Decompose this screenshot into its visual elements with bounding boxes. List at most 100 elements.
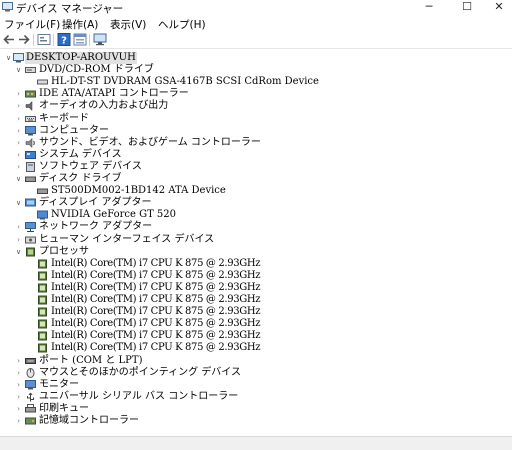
collapse-arrow-icon[interactable]: ∨ — [14, 197, 23, 209]
category-label: 印刷キュー — [39, 402, 89, 414]
menu-help[interactable]: ヘルプ(H) — [158, 17, 206, 32]
tree-device[interactable]: Intel(R) Core(TM) i7 CPU K 875 @ 2.93GHz — [0, 258, 512, 270]
category-label: ネットワーク アダプター — [39, 221, 153, 233]
tree-device[interactable]: Intel(R) Core(TM) i7 CPU K 875 @ 2.93GHz — [0, 330, 512, 342]
tree-category[interactable]: › ユニバーサル シリアル バス コントローラー — [0, 391, 512, 403]
category-label: ディスク ドライブ — [39, 173, 122, 184]
toolbar: ? — [0, 31, 512, 49]
category-label: サウンド、ビデオ、およびゲーム コントローラー — [39, 136, 261, 148]
tree-root[interactable]: ∨ DESKTOP-AROUVUH — [0, 52, 512, 64]
category-label: ヒューマン インターフェイス デバイス — [39, 233, 215, 245]
menu-action[interactable]: 操作(A) — [62, 17, 98, 32]
expand-arrow-icon[interactable]: › — [14, 113, 23, 125]
device-label: Intel(R) Core(TM) i7 CPU K 875 @ 2.93GHz — [51, 306, 261, 318]
tree-category[interactable]: › モニター — [0, 379, 512, 391]
device-manager-icon — [2, 2, 13, 12]
tree-category[interactable]: › ネットワーク アダプター — [0, 221, 512, 233]
category-label: マウスとそのほかのポインティング デバイス — [39, 366, 241, 378]
tree-category[interactable]: › ヒューマン インターフェイス デバイス — [0, 234, 512, 246]
category-label: システム デバイス — [39, 148, 122, 160]
port-icon — [25, 357, 36, 364]
expand-arrow-icon[interactable]: › — [14, 88, 23, 100]
tree-category[interactable]: › 印刷キュー — [0, 403, 512, 415]
tree-device[interactable]: Intel(R) Core(TM) i7 CPU K 875 @ 2.93GHz — [0, 270, 512, 282]
collapse-arrow-icon[interactable]: ∨ — [14, 173, 23, 185]
tree-category[interactable]: › サウンド、ビデオ、およびゲーム コントローラー — [0, 137, 512, 149]
tree-device[interactable]: Intel(R) Core(TM) i7 CPU K 875 @ 2.93GHz — [0, 306, 512, 318]
cpu-item-icon — [38, 319, 47, 329]
expand-arrow-icon[interactable]: › — [14, 149, 23, 161]
speaker-icon — [25, 101, 33, 112]
menu-bar: ファイル(F) 操作(A) 表示(V) ヘルプ(H) — [0, 16, 512, 31]
tree-category[interactable]: › オーディオの入力および出力 — [0, 100, 512, 112]
network-adapter-icon — [25, 222, 36, 233]
device-label: Intel(R) Core(TM) i7 CPU K 875 @ 2.93GHz — [51, 281, 261, 293]
tree-category[interactable]: › コンピューター — [0, 125, 512, 137]
toolbar-separator — [33, 34, 34, 46]
tree-category[interactable]: › システム デバイス — [0, 149, 512, 161]
tree-category[interactable]: › ポート (COM と LPT) — [0, 355, 512, 367]
device-label: HL-DT-ST DVDRAM GSA-4167B SCSI CdRom Dev… — [51, 76, 319, 88]
computer-icon — [25, 125, 36, 136]
maximize-button[interactable]: ☐ — [452, 0, 482, 15]
expand-arrow-icon[interactable]: › — [14, 137, 23, 149]
category-label: オーディオの入力および出力 — [39, 100, 169, 112]
tree-category[interactable]: ∨ ディスク ドライブ — [0, 173, 512, 185]
tree-device[interactable]: NVIDIA GeForce GT 520 — [0, 209, 512, 221]
expand-arrow-icon[interactable]: › — [14, 415, 23, 427]
storage-controller-icon — [25, 417, 36, 425]
tree-category[interactable]: › ソフトウェア デバイス — [0, 161, 512, 173]
collapse-arrow-icon[interactable]: ∨ — [14, 64, 23, 76]
toolbar-separator — [53, 34, 54, 46]
expand-arrow-icon[interactable]: › — [14, 100, 23, 112]
back-icon[interactable] — [2, 33, 16, 46]
expand-arrow-icon[interactable]: › — [14, 125, 23, 137]
expand-arrow-icon[interactable]: › — [14, 221, 23, 233]
category-label: キーボード — [39, 112, 89, 124]
keyboard-icon — [25, 115, 36, 122]
expand-arrow-icon[interactable]: › — [14, 234, 23, 246]
tree-device[interactable]: Intel(R) Core(TM) i7 CPU K 875 @ 2.93GHz — [0, 318, 512, 330]
tree-device[interactable]: ST500DM002-1BD142 ATA Device — [0, 185, 512, 197]
device-label: Intel(R) Core(TM) i7 CPU K 875 @ 2.93GHz — [51, 257, 261, 269]
help-icon[interactable]: ? — [57, 33, 71, 46]
cpu-item-icon — [38, 307, 47, 317]
expand-arrow-icon[interactable]: › — [14, 403, 23, 415]
tree-category[interactable]: › 記憶域コントローラー — [0, 415, 512, 427]
minimize-button[interactable]: ─ — [414, 0, 444, 15]
tree-category[interactable]: ∨ プロセッサ — [0, 246, 512, 258]
tree-category[interactable]: ∨ DVD/CD-ROM ドライブ — [0, 64, 512, 76]
expand-arrow-icon[interactable]: › — [14, 355, 23, 367]
tree-device[interactable]: Intel(R) Core(TM) i7 CPU K 875 @ 2.93GHz — [0, 342, 512, 354]
device-label: Intel(R) Core(TM) i7 CPU K 875 @ 2.93GHz — [51, 318, 261, 330]
device-view-icon[interactable] — [37, 33, 51, 46]
tree-device[interactable]: HL-DT-ST DVDRAM GSA-4167B SCSI CdRom Dev… — [0, 76, 512, 88]
system-device-icon — [25, 150, 36, 159]
device-label: NVIDIA GeForce GT 520 — [51, 209, 177, 221]
tree-category[interactable]: › IDE ATA/ATAPI コントローラー — [0, 88, 512, 100]
collapse-arrow-icon[interactable]: ∨ — [14, 246, 23, 258]
properties-icon[interactable] — [73, 33, 87, 46]
category-label: コンピューター — [39, 124, 109, 136]
category-label: IDE ATA/ATAPI コントローラー — [39, 88, 189, 100]
expand-arrow-icon[interactable]: › — [14, 379, 23, 391]
tree-category[interactable]: › マウスとそのほかのポインティング デバイス — [0, 367, 512, 379]
expand-arrow-icon[interactable]: › — [14, 391, 23, 403]
tree-device[interactable]: Intel(R) Core(TM) i7 CPU K 875 @ 2.93GHz — [0, 294, 512, 306]
monitor-icon — [25, 379, 36, 390]
device-label: ST500DM002-1BD142 ATA Device — [51, 185, 226, 197]
forward-icon[interactable] — [17, 33, 31, 46]
close-button[interactable]: ✕ — [484, 0, 512, 15]
expand-arrow-icon[interactable]: › — [14, 161, 23, 173]
menu-view[interactable]: 表示(V) — [110, 17, 146, 32]
cpu-item-icon — [38, 259, 47, 269]
printer-icon — [25, 403, 36, 413]
menu-file[interactable]: ファイル(F) — [4, 17, 60, 32]
tree-category[interactable]: ∨ ディスプレイ アダプター — [0, 197, 512, 209]
monitor-scan-icon[interactable] — [93, 33, 107, 46]
tree-device[interactable]: Intel(R) Core(TM) i7 CPU K 875 @ 2.93GHz — [0, 282, 512, 294]
tree-category[interactable]: › キーボード — [0, 113, 512, 125]
device-tree: ∨ DESKTOP-AROUVUH ∨ DVD/CD-ROM ドライブ HL-DT-ST… — [0, 50, 512, 436]
collapse-arrow-icon[interactable]: ∨ — [4, 52, 13, 64]
expand-arrow-icon[interactable]: › — [14, 367, 23, 379]
